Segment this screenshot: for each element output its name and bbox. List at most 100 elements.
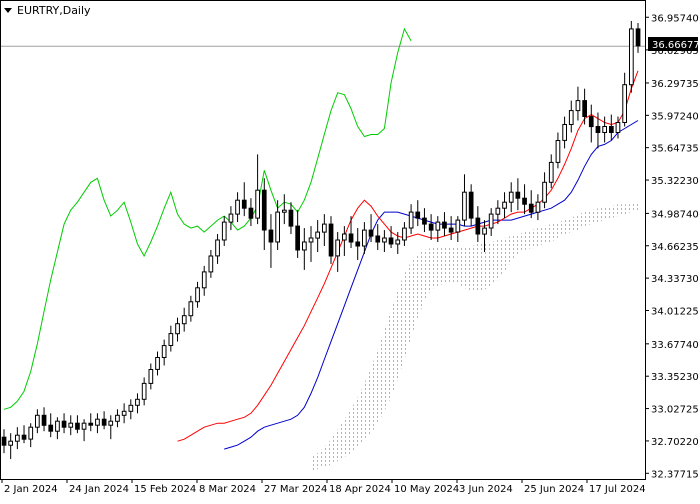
price-tick-label: 34.33730 <box>651 274 699 285</box>
date-tick-label: 17 Jul 2024 <box>589 484 646 495</box>
candle-body <box>335 239 340 257</box>
candle-body <box>148 369 154 384</box>
price-axis[interactable]: 36.9574036.6296536.2973535.9724035.64735… <box>645 13 699 480</box>
candle-body <box>155 357 160 370</box>
candle-body <box>422 217 427 225</box>
candle-body <box>482 227 487 235</box>
candle-body <box>61 420 67 428</box>
price-tick-label: 34.01225 <box>651 307 699 318</box>
candle-body <box>21 434 27 440</box>
date-tick-label: 3 Jun 2024 <box>459 484 513 495</box>
chart-header: EURTRY,Daily <box>4 4 91 17</box>
candle-body <box>188 301 194 317</box>
candle-body <box>575 100 581 112</box>
candle-body <box>8 440 14 446</box>
candle-body <box>75 422 80 430</box>
candle-body <box>215 239 220 257</box>
price-tick-label: 33.02725 <box>651 405 699 416</box>
candle-body <box>582 100 587 117</box>
date-tick-label: 15 Feb 2024 <box>134 484 196 495</box>
candle-body <box>15 434 20 442</box>
candle-body <box>348 233 354 243</box>
candle-body <box>28 426 34 440</box>
candle-body <box>168 333 174 347</box>
candle-body <box>1 436 7 446</box>
candle-body <box>468 191 474 219</box>
price-tick-label: 36.29735 <box>651 79 699 90</box>
candle <box>629 20 634 93</box>
candle-body <box>282 209 287 213</box>
candle-body <box>542 181 547 203</box>
candle-body <box>402 227 407 241</box>
candle-body <box>175 323 180 335</box>
candle-body <box>135 398 140 406</box>
candle-body <box>462 191 467 221</box>
candle-body <box>161 345 167 359</box>
candle-body <box>408 211 414 229</box>
price-tick-label: 35.64735 <box>651 144 699 155</box>
candle-body <box>488 213 494 229</box>
price-tick-label: 32.70220 <box>651 437 699 448</box>
date-tick-label: 24 Jan 2024 <box>69 484 129 495</box>
candle-body <box>528 203 534 213</box>
candle-body <box>181 315 187 325</box>
candle-body <box>388 237 394 245</box>
price-tick-label: 33.67740 <box>651 340 699 351</box>
current-price-value: 36.66677 <box>652 40 700 51</box>
candle-body <box>435 221 441 231</box>
candle-body <box>48 424 54 432</box>
candle-body <box>241 199 247 209</box>
candle-body <box>342 233 347 241</box>
candle-body <box>41 414 47 426</box>
candle-body <box>382 237 387 243</box>
candle-body <box>248 207 254 219</box>
candle-body <box>228 213 234 223</box>
candle-body <box>495 207 501 215</box>
candle-body <box>362 229 367 247</box>
candle-body <box>328 223 334 257</box>
candle-body <box>522 197 527 205</box>
candle-body <box>255 189 261 219</box>
date-tick-label: 2 Jan 2024 <box>4 484 58 495</box>
candle-body <box>81 422 87 430</box>
candle-body <box>535 201 541 213</box>
candle-body <box>221 221 227 241</box>
price-tick-label: 32.37715 <box>651 469 699 480</box>
candle-body <box>415 211 421 219</box>
candle-body <box>302 241 307 251</box>
candle-body <box>448 227 454 233</box>
candle-body <box>455 219 461 233</box>
candle-body <box>261 189 267 231</box>
candle-body <box>395 239 401 245</box>
candle-body <box>428 223 434 231</box>
candle-body <box>508 191 514 203</box>
candle-body <box>562 124 567 141</box>
candle-body <box>201 271 207 289</box>
candle-body <box>275 211 280 243</box>
chart-window[interactable]: 36.95740 36.62965 36.29735 35.97240 35.64735… <box>0 0 700 500</box>
candle-body <box>308 237 314 243</box>
candle-body <box>295 225 300 251</box>
candle-body <box>315 231 320 239</box>
candle-body <box>288 209 294 227</box>
candle-body <box>141 382 147 400</box>
candle-body <box>355 241 361 247</box>
candle-body <box>629 28 634 86</box>
date-tick-label: 10 May 2024 <box>394 484 459 495</box>
ichimoku-chart[interactable]: 36.9574036.6296536.2973535.9724035.64735… <box>0 0 700 500</box>
symbol-timeframe-label: EURTRY,Daily <box>17 4 91 17</box>
candle-body <box>55 420 60 432</box>
candle-body <box>475 217 481 235</box>
candle-body <box>635 28 641 47</box>
candle-body <box>121 410 127 416</box>
candle-body <box>568 110 574 125</box>
price-tick-label: 35.32230 <box>651 176 699 187</box>
candle-body <box>502 201 507 209</box>
candle-body <box>195 287 200 303</box>
price-tick-label: 35.97240 <box>651 111 699 122</box>
candle-body <box>235 199 240 215</box>
candle-body <box>368 229 374 237</box>
candle-body <box>609 126 614 133</box>
candle-body <box>515 191 521 199</box>
candle-body <box>128 404 134 412</box>
